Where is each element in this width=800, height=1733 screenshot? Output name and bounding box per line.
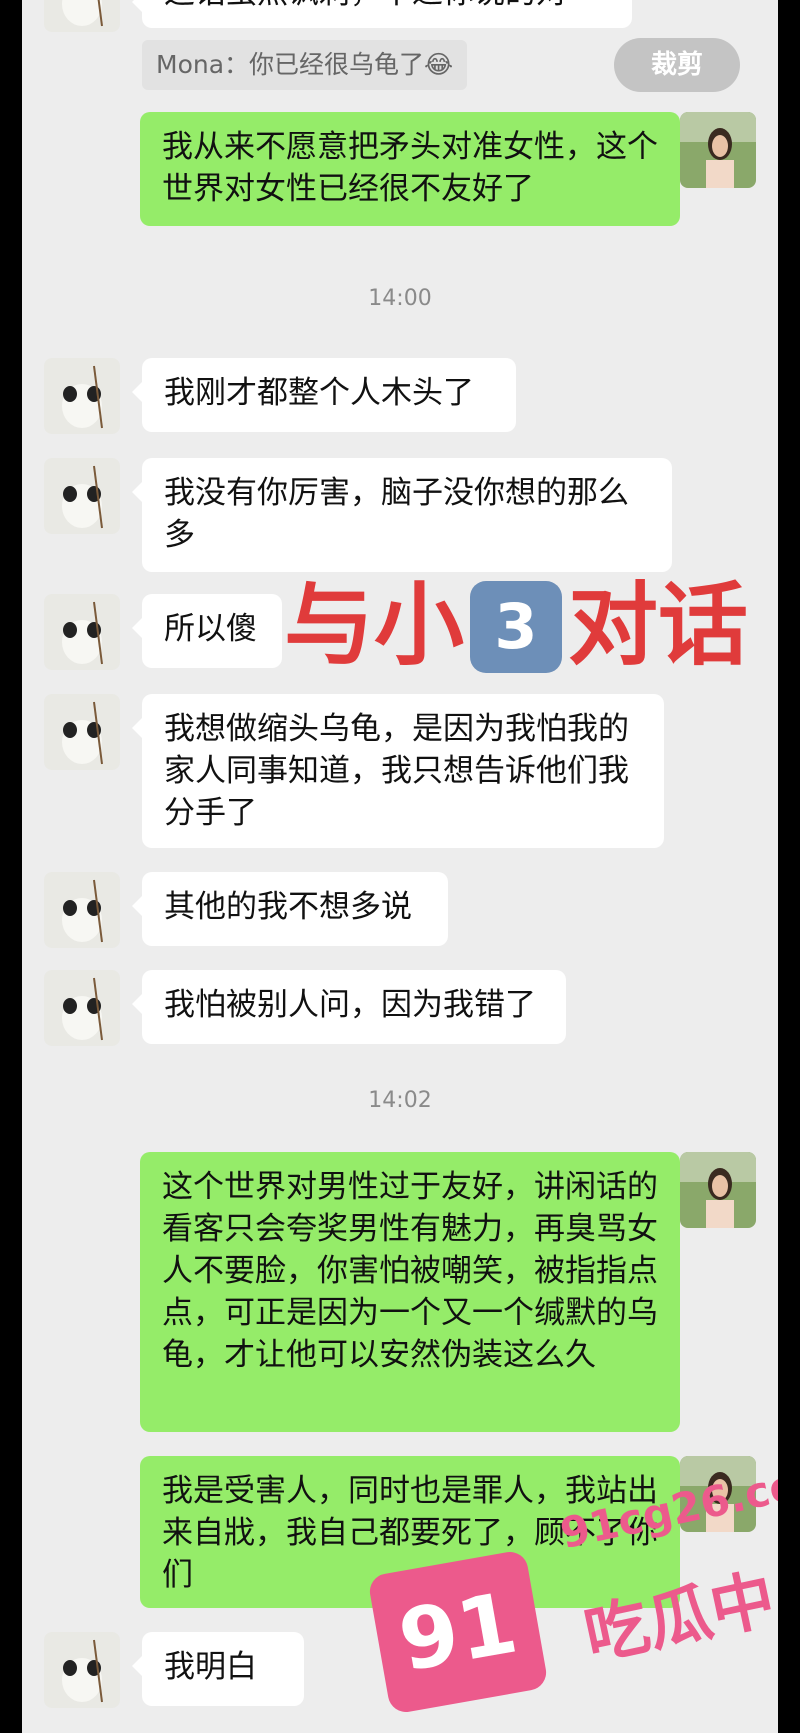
panda-avatar[interactable]	[44, 358, 120, 434]
message-text: 我怕被别人问，因为我错了	[164, 987, 536, 1023]
panda-avatar[interactable]	[44, 0, 120, 32]
message-text: 我没有你厉害，脑子没你想的那么多	[164, 475, 629, 553]
message-bubble-cut[interactable]: 这话虽然讽刺，不过你说的对	[132, 0, 632, 28]
keycap-three-icon: 3	[470, 581, 562, 673]
message-bubble-other[interactable]: 我明白	[132, 1632, 304, 1706]
message-text: 我明白	[164, 1649, 257, 1685]
panda-avatar[interactable]	[44, 872, 120, 948]
user-avatar[interactable]	[680, 1152, 756, 1228]
message-text: 我想做缩头乌龟，是因为我怕我的家人同事知道，我只想告诉他们我分手了	[164, 711, 629, 831]
panda-avatar[interactable]	[44, 970, 120, 1046]
panda-avatar[interactable]	[44, 594, 120, 670]
crop-button[interactable]: 裁剪	[614, 38, 740, 92]
message-text: 我从来不愿意把矛头对准女性，这个世界对女性已经很不友好了	[162, 129, 658, 207]
message-bubble-other[interactable]: 我怕被别人问，因为我错了	[132, 970, 566, 1044]
message-text: 这个世界对男性过于友好，讲闲话的看客只会夸奖男性有魅力，再臭骂女人不要脸，你害怕…	[162, 1169, 658, 1373]
message-bubble-other[interactable]: 所以傻	[132, 594, 282, 668]
message-text: 我刚才都整个人木头了	[164, 375, 474, 411]
message-bubble-other[interactable]: 我没有你厉害，脑子没你想的那么多	[132, 458, 672, 572]
overlay-caption-part1: 与小	[284, 573, 464, 678]
message-bubble-self[interactable]: 这个世界对男性过于友好，讲闲话的看客只会夸奖男性有魅力，再臭骂女人不要脸，你害怕…	[140, 1152, 690, 1432]
message-text: 所以傻	[164, 611, 257, 647]
message-bubble-other[interactable]: 我刚才都整个人木头了	[132, 358, 516, 432]
panda-avatar[interactable]	[44, 694, 120, 770]
overlay-caption: 与小 3 对话	[284, 566, 778, 686]
panda-avatar[interactable]	[44, 1632, 120, 1708]
quoted-reply[interactable]: Mona：你已经很乌龟了😂	[142, 40, 468, 90]
overlay-caption-part2: 对话	[568, 573, 748, 678]
message-text: 其他的我不想多说	[164, 889, 412, 925]
user-avatar[interactable]	[680, 112, 756, 188]
timestamp: 14:02	[368, 1088, 432, 1113]
panda-avatar[interactable]	[44, 458, 120, 534]
timestamp: 14:00	[368, 286, 432, 311]
message-bubble-other[interactable]: 我想做缩头乌龟，是因为我怕我的家人同事知道，我只想告诉他们我分手了	[132, 694, 664, 848]
message-bubble-self[interactable]: 我从来不愿意把矛头对准女性，这个世界对女性已经很不友好了	[140, 112, 690, 226]
message-bubble-other[interactable]: 其他的我不想多说	[132, 872, 448, 946]
message-text: 这话虽然讽刺，不过你说的对	[164, 0, 567, 11]
chat-screen: 这话虽然讽刺，不过你说的对 Mona：你已经很乌龟了😂 裁剪 我从来不愿意把矛头…	[22, 0, 778, 1733]
watermark-logo: 91	[367, 1549, 549, 1715]
quoted-reply-text: Mona：你已经很乌龟了😂	[156, 50, 454, 79]
